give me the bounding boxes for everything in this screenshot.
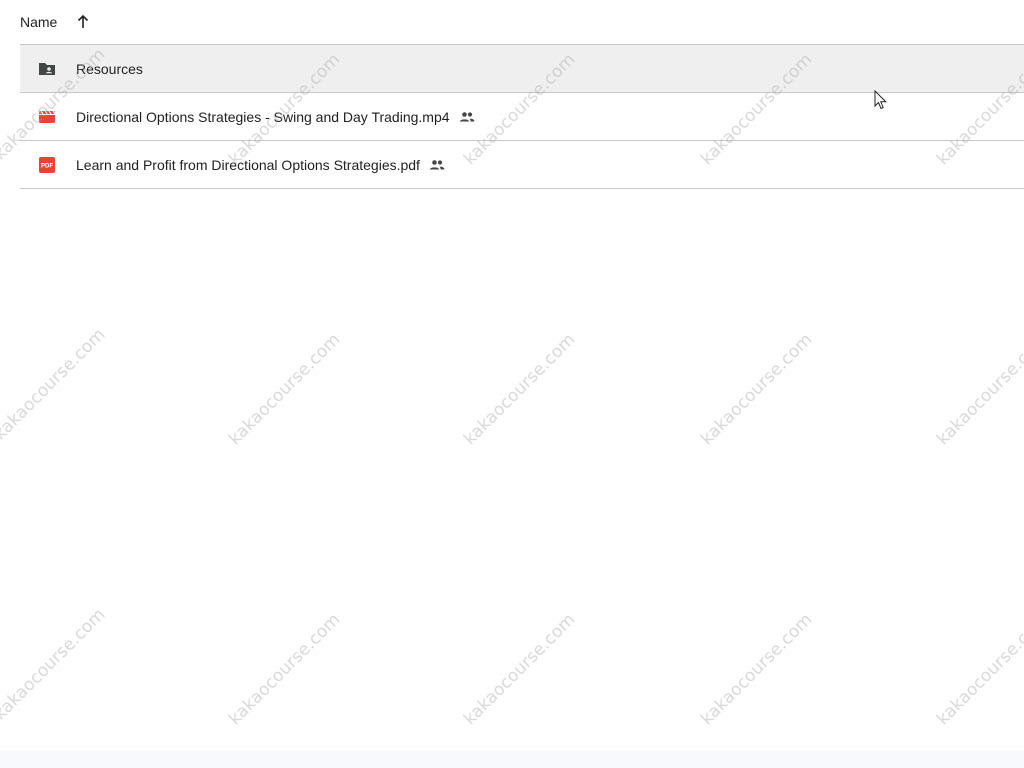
watermark: kakaocourse.com <box>697 329 817 450</box>
pdf-badge-text: PDF <box>41 163 53 169</box>
watermark: kakaocourse.com <box>460 609 580 730</box>
watermark: kakaocourse.com <box>697 609 817 730</box>
watermark: kakaocourse.com <box>0 324 110 445</box>
watermark: kakaocourse.com <box>0 604 110 725</box>
mouse-cursor-icon <box>874 90 888 110</box>
file-list: Resources Directional Options Strategies… <box>20 44 1024 189</box>
watermark: kakaocourse.com <box>933 329 1024 450</box>
arrow-up-icon <box>78 14 89 28</box>
shared-people-icon <box>458 108 476 126</box>
shared-people-icon <box>428 156 446 174</box>
pdf-file-icon: PDF <box>37 155 57 175</box>
file-name: Resources <box>76 60 143 77</box>
list-item[interactable]: PDF Learn and Profit from Directional Op… <box>20 141 1024 189</box>
list-item[interactable]: Resources <box>20 45 1024 93</box>
watermark: kakaocourse.com <box>933 609 1024 730</box>
file-browser: Name Resources Directional Options Strat… <box>0 0 1024 768</box>
watermark: kakaocourse.com <box>225 329 345 450</box>
file-name: Learn and Profit from Directional Option… <box>76 156 420 173</box>
watermark: kakaocourse.com <box>460 329 580 450</box>
file-name: Directional Options Strategies - Swing a… <box>76 108 450 125</box>
bottom-bar <box>0 750 1024 768</box>
name-column-header[interactable]: Name <box>20 14 57 30</box>
folder-shared-icon <box>37 59 57 79</box>
sort-ascending-button[interactable] <box>71 10 95 34</box>
watermark: kakaocourse.com <box>225 609 345 730</box>
video-file-icon <box>37 107 57 127</box>
list-header: Name <box>0 0 1024 44</box>
